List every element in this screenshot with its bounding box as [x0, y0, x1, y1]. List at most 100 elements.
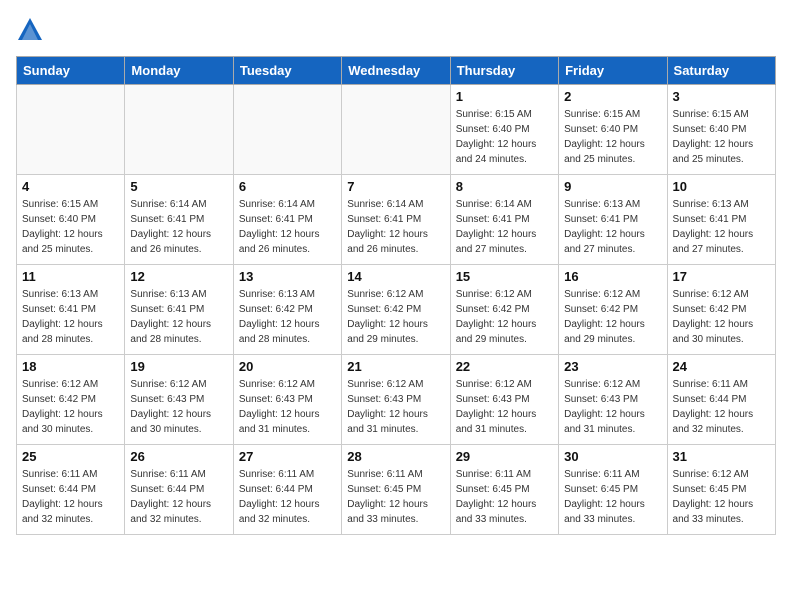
- cell-info: Sunrise: 6:15 AMSunset: 6:40 PMDaylight:…: [22, 197, 119, 257]
- calendar-cell: 19Sunrise: 6:12 AMSunset: 6:43 PMDayligh…: [125, 355, 233, 445]
- calendar-cell: 28 Sunrise: 6:11 AMSunset: 6:45 PMDayligh…: [342, 445, 450, 535]
- calendar-cell: 7 Sunrise: 6:14 AMSunset: 6:41 PMDaylight…: [342, 175, 450, 265]
- cell-day-number: 13: [239, 269, 336, 284]
- cell-info: Sunrise: 6:12 AMSunset: 6:43 PMDaylight:…: [130, 377, 227, 437]
- calendar-cell: 25 Sunrise: 6:11 AMSunset: 6:44 PMDayligh…: [17, 445, 125, 535]
- cell-day-number: 31: [673, 449, 770, 464]
- cell-info: Sunrise: 6:15 AMSunset: 6:40 PMDaylight:…: [456, 107, 553, 167]
- cell-day-number: 23: [564, 359, 661, 374]
- cell-info: Sunrise: 6:11 AMSunset: 6:45 PMDaylight:…: [456, 467, 553, 527]
- cell-info: Sunrise: 6:12 AMSunset: 6:43 PMDaylight:…: [239, 377, 336, 437]
- calendar-cell: [233, 85, 341, 175]
- logo-icon: [16, 16, 44, 44]
- cell-info: Sunrise: 6:15 AMSunset: 6:40 PMDaylight:…: [564, 107, 661, 167]
- weekday-header-thursday: Thursday: [450, 57, 558, 85]
- weekday-header-sunday: Sunday: [17, 57, 125, 85]
- calendar-cell: 17 Sunrise: 6:12 AMSunset: 6:42 PMDayligh…: [667, 265, 775, 355]
- logo: [16, 16, 48, 44]
- calendar-cell: 30 Sunrise: 6:11 AMSunset: 6:45 PMDayligh…: [559, 445, 667, 535]
- calendar-cell: 3 Sunrise: 6:15 AMSunset: 6:40 PMDaylight…: [667, 85, 775, 175]
- week-row-2: 4 Sunrise: 6:15 AMSunset: 6:40 PMDaylight…: [17, 175, 776, 265]
- calendar-cell: 21 Sunrise: 6:12 AMSunset: 6:43 PMDayligh…: [342, 355, 450, 445]
- cell-day-number: 14: [347, 269, 444, 284]
- page-header: [16, 16, 776, 44]
- weekday-header-saturday: Saturday: [667, 57, 775, 85]
- calendar-cell: 8 Sunrise: 6:14 AMSunset: 6:41 PMDaylight…: [450, 175, 558, 265]
- calendar-cell: 15Sunrise: 6:12 AMSunset: 6:42 PMDayligh…: [450, 265, 558, 355]
- calendar-cell: 13 Sunrise: 6:13 AMSunset: 6:42 PMDayligh…: [233, 265, 341, 355]
- cell-info: Sunrise: 6:11 AMSunset: 6:45 PMDaylight:…: [347, 467, 444, 527]
- weekday-header-tuesday: Tuesday: [233, 57, 341, 85]
- cell-info: Sunrise: 6:12 AMSunset: 6:43 PMDaylight:…: [456, 377, 553, 437]
- cell-day-number: 12: [130, 269, 227, 284]
- cell-info: Sunrise: 6:11 AMSunset: 6:44 PMDaylight:…: [239, 467, 336, 527]
- cell-info: Sunrise: 6:14 AMSunset: 6:41 PMDaylight:…: [347, 197, 444, 257]
- calendar: SundayMondayTuesdayWednesdayThursdayFrid…: [16, 56, 776, 535]
- calendar-cell: 29 Sunrise: 6:11 AMSunset: 6:45 PMDayligh…: [450, 445, 558, 535]
- cell-day-number: 21: [347, 359, 444, 374]
- cell-day-number: 28: [347, 449, 444, 464]
- cell-day-number: 17: [673, 269, 770, 284]
- cell-day-number: 8: [456, 179, 553, 194]
- cell-day-number: 18: [22, 359, 119, 374]
- calendar-cell: [17, 85, 125, 175]
- cell-info: Sunrise: 6:12 AMSunset: 6:42 PMDaylight:…: [564, 287, 661, 347]
- calendar-cell: 22Sunrise: 6:12 AMSunset: 6:43 PMDayligh…: [450, 355, 558, 445]
- weekday-header-wednesday: Wednesday: [342, 57, 450, 85]
- calendar-cell: 4 Sunrise: 6:15 AMSunset: 6:40 PMDaylight…: [17, 175, 125, 265]
- calendar-cell: 2Sunrise: 6:15 AMSunset: 6:40 PMDaylight…: [559, 85, 667, 175]
- cell-info: Sunrise: 6:13 AMSunset: 6:41 PMDaylight:…: [564, 197, 661, 257]
- calendar-cell: 20 Sunrise: 6:12 AMSunset: 6:43 PMDayligh…: [233, 355, 341, 445]
- cell-day-number: 20: [239, 359, 336, 374]
- calendar-cell: 14 Sunrise: 6:12 AMSunset: 6:42 PMDayligh…: [342, 265, 450, 355]
- cell-day-number: 30: [564, 449, 661, 464]
- cell-day-number: 3: [673, 89, 770, 104]
- cell-day-number: 10: [673, 179, 770, 194]
- calendar-cell: 16 Sunrise: 6:12 AMSunset: 6:42 PMDayligh…: [559, 265, 667, 355]
- cell-info: Sunrise: 6:15 AMSunset: 6:40 PMDaylight:…: [673, 107, 770, 167]
- week-row-3: 11 Sunrise: 6:13 AMSunset: 6:41 PMDayligh…: [17, 265, 776, 355]
- weekday-header-row: SundayMondayTuesdayWednesdayThursdayFrid…: [17, 57, 776, 85]
- cell-day-number: 27: [239, 449, 336, 464]
- calendar-cell: 24Sunrise: 6:11 AMSunset: 6:44 PMDayligh…: [667, 355, 775, 445]
- cell-day-number: 6: [239, 179, 336, 194]
- cell-info: Sunrise: 6:11 AMSunset: 6:45 PMDaylight:…: [564, 467, 661, 527]
- calendar-cell: 31Sunrise: 6:12 AMSunset: 6:45 PMDayligh…: [667, 445, 775, 535]
- cell-day-number: 25: [22, 449, 119, 464]
- calendar-cell: 9Sunrise: 6:13 AMSunset: 6:41 PMDaylight…: [559, 175, 667, 265]
- weekday-header-friday: Friday: [559, 57, 667, 85]
- cell-day-number: 5: [130, 179, 227, 194]
- cell-info: Sunrise: 6:14 AMSunset: 6:41 PMDaylight:…: [239, 197, 336, 257]
- weekday-header-monday: Monday: [125, 57, 233, 85]
- cell-info: Sunrise: 6:12 AMSunset: 6:43 PMDaylight:…: [564, 377, 661, 437]
- cell-day-number: 11: [22, 269, 119, 284]
- cell-day-number: 7: [347, 179, 444, 194]
- cell-info: Sunrise: 6:13 AMSunset: 6:42 PMDaylight:…: [239, 287, 336, 347]
- calendar-cell: 26Sunrise: 6:11 AMSunset: 6:44 PMDayligh…: [125, 445, 233, 535]
- cell-info: Sunrise: 6:12 AMSunset: 6:43 PMDaylight:…: [347, 377, 444, 437]
- calendar-cell: 18Sunrise: 6:12 AMSunset: 6:42 PMDayligh…: [17, 355, 125, 445]
- cell-info: Sunrise: 6:11 AMSunset: 6:44 PMDaylight:…: [130, 467, 227, 527]
- calendar-cell: 23 Sunrise: 6:12 AMSunset: 6:43 PMDayligh…: [559, 355, 667, 445]
- cell-day-number: 29: [456, 449, 553, 464]
- cell-info: Sunrise: 6:12 AMSunset: 6:42 PMDaylight:…: [673, 287, 770, 347]
- calendar-cell: 12 Sunrise: 6:13 AMSunset: 6:41 PMDayligh…: [125, 265, 233, 355]
- calendar-cell: 11Sunrise: 6:13 AMSunset: 6:41 PMDayligh…: [17, 265, 125, 355]
- calendar-cell: 1 Sunrise: 6:15 AMSunset: 6:40 PMDaylight…: [450, 85, 558, 175]
- week-row-1: 1 Sunrise: 6:15 AMSunset: 6:40 PMDaylight…: [17, 85, 776, 175]
- cell-day-number: 16: [564, 269, 661, 284]
- calendar-cell: 5Sunrise: 6:14 AMSunset: 6:41 PMDaylight…: [125, 175, 233, 265]
- week-row-5: 25 Sunrise: 6:11 AMSunset: 6:44 PMDayligh…: [17, 445, 776, 535]
- calendar-cell: 10 Sunrise: 6:13 AMSunset: 6:41 PMDayligh…: [667, 175, 775, 265]
- cell-day-number: 4: [22, 179, 119, 194]
- cell-day-number: 15: [456, 269, 553, 284]
- cell-info: Sunrise: 6:13 AMSunset: 6:41 PMDaylight:…: [673, 197, 770, 257]
- cell-info: Sunrise: 6:11 AMSunset: 6:44 PMDaylight:…: [22, 467, 119, 527]
- cell-info: Sunrise: 6:14 AMSunset: 6:41 PMDaylight:…: [456, 197, 553, 257]
- cell-info: Sunrise: 6:13 AMSunset: 6:41 PMDaylight:…: [130, 287, 227, 347]
- cell-info: Sunrise: 6:12 AMSunset: 6:42 PMDaylight:…: [347, 287, 444, 347]
- cell-day-number: 24: [673, 359, 770, 374]
- cell-day-number: 1: [456, 89, 553, 104]
- week-row-4: 18Sunrise: 6:12 AMSunset: 6:42 PMDayligh…: [17, 355, 776, 445]
- calendar-cell: 6 Sunrise: 6:14 AMSunset: 6:41 PMDaylight…: [233, 175, 341, 265]
